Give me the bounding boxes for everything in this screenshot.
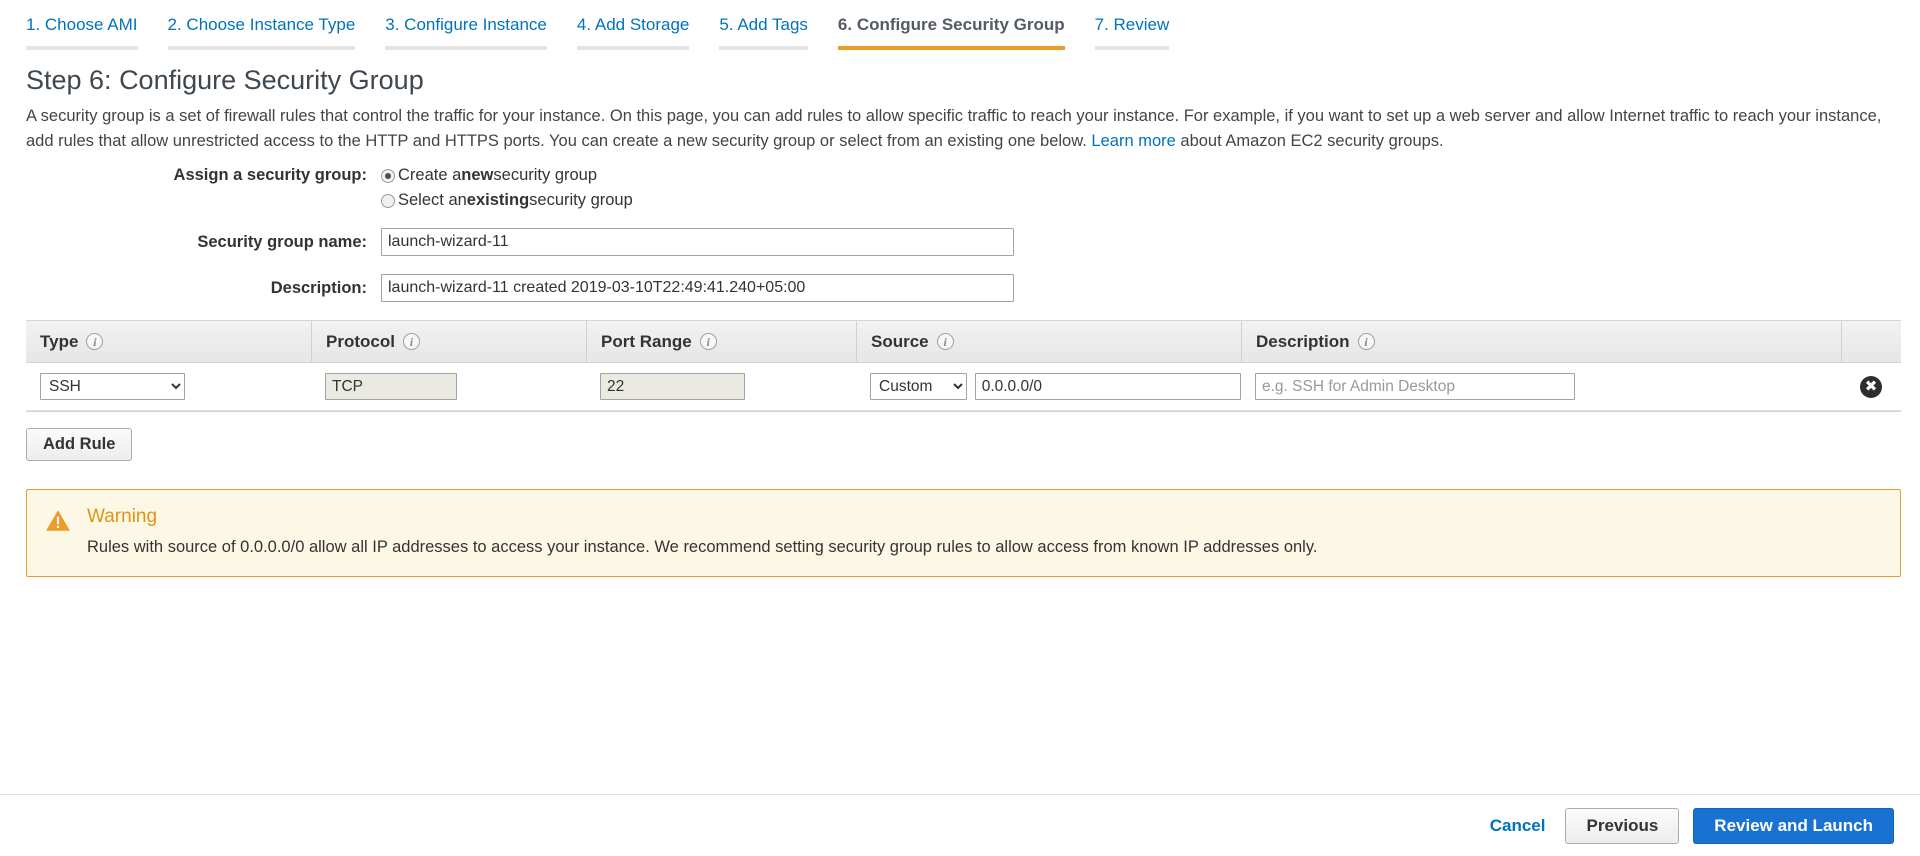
- rule-port-range-input: [600, 373, 745, 400]
- column-header-port-range: Port Range i: [586, 321, 856, 362]
- rule-protocol-input: [325, 373, 457, 400]
- wizard-tab-5[interactable]: 5. Add Tags: [719, 15, 808, 50]
- radio-create-new-bold: new: [461, 166, 494, 184]
- page-title: Step 6: Configure Security Group: [26, 65, 424, 95]
- rule-type-cell: SSH: [26, 363, 311, 410]
- form-spacer: [26, 216, 1894, 228]
- warning-triangle-icon: [46, 510, 70, 531]
- radio-select-existing-bold: existing: [466, 191, 530, 209]
- security-group-name-row: Security group name:: [26, 228, 1894, 256]
- table-row: SSH Custom: [26, 363, 1901, 411]
- rule-source-select[interactable]: Custom: [870, 373, 967, 400]
- wizard-tab-bar: 1. Choose AMI 2. Choose Instance Type 3.…: [0, 0, 1920, 50]
- radio-create-new-suffix: security group: [493, 166, 598, 184]
- select-existing-row: Select an existing security group: [26, 191, 1894, 210]
- column-header-port-range-label: Port Range: [601, 331, 692, 351]
- page-content: Step 6: Configure Security Group A secur…: [0, 64, 1920, 577]
- warning-text: Rules with source of 0.0.0.0/0 allow all…: [87, 538, 1318, 556]
- wizard-tab-7[interactable]: 7. Review: [1094, 15, 1170, 50]
- rule-source-cell: Custom: [856, 363, 1241, 410]
- type-info-icon[interactable]: i: [86, 333, 104, 350]
- previous-button[interactable]: Previous: [1565, 807, 1680, 844]
- description-info-icon[interactable]: i: [1357, 333, 1375, 350]
- protocol-info-icon[interactable]: i: [402, 333, 420, 350]
- wizard-tab-3[interactable]: 3. Configure Instance: [385, 15, 547, 50]
- warning-content: Warning Rules with source of 0.0.0.0/0 a…: [87, 506, 1317, 558]
- page-intro: A security group is a set of firewall ru…: [26, 104, 1894, 154]
- security-group-rules-table: Type i Protocol i Port Range i Source i …: [26, 320, 1901, 412]
- wizard-tab-6-configure-security-group[interactable]: 6. Configure Security Group: [837, 15, 1065, 50]
- rule-source-value-input[interactable]: [974, 373, 1241, 400]
- rule-port-range-cell: [586, 363, 856, 410]
- port-range-info-icon[interactable]: i: [699, 333, 717, 350]
- radio-select-existing-prefix: Select an: [398, 191, 467, 209]
- rule-description-cell: [1241, 363, 1841, 410]
- assign-security-group-row: Assign a security group: Create a new se…: [26, 166, 1894, 185]
- security-group-description-input[interactable]: [381, 274, 1014, 302]
- rules-table-header: Type i Protocol i Port Range i Source i …: [26, 321, 1901, 363]
- column-header-protocol: Protocol i: [311, 321, 586, 362]
- security-group-description-row: Description:: [26, 274, 1894, 302]
- column-header-source-label: Source: [871, 331, 929, 351]
- radio-select-existing-suffix: security group: [529, 191, 633, 209]
- wizard-tab-2[interactable]: 2. Choose Instance Type: [167, 15, 356, 50]
- source-info-icon[interactable]: i: [936, 333, 954, 350]
- rule-protocol-cell: [311, 363, 586, 410]
- intro-text-part-2: about Amazon EC2 security groups.: [1180, 132, 1444, 150]
- column-header-description-label: Description: [1256, 331, 1350, 351]
- form-spacer-2: [26, 262, 1894, 274]
- wizard-tab-1[interactable]: 1. Choose AMI: [26, 15, 138, 50]
- cancel-button[interactable]: Cancel: [1484, 815, 1552, 837]
- security-group-name-input[interactable]: [381, 228, 1014, 256]
- learn-more-link[interactable]: Learn more: [1091, 132, 1175, 150]
- wizard-tab-4[interactable]: 4. Add Storage: [576, 15, 690, 50]
- rule-delete-cell: ✖: [1841, 363, 1901, 410]
- rule-description-input[interactable]: [1255, 373, 1575, 400]
- radio-create-new-prefix: Create a: [398, 166, 462, 184]
- warning-panel: Warning Rules with source of 0.0.0.0/0 a…: [26, 489, 1901, 577]
- column-header-description: Description i: [1241, 321, 1841, 362]
- add-rule-button[interactable]: Add Rule: [26, 428, 133, 461]
- wizard-footer: Cancel Previous Review and Launch: [0, 794, 1920, 856]
- intro-text-part-1: A security group is a set of firewall ru…: [26, 107, 1882, 150]
- column-header-type-label: Type: [40, 331, 79, 351]
- ec2-launch-wizard-page: 1. Choose AMI 2. Choose Instance Type 3.…: [0, 0, 1920, 856]
- column-header-type: Type i: [26, 321, 311, 362]
- radio-create-new-security-group[interactable]: [381, 168, 395, 183]
- security-group-form: Assign a security group: Create a new se…: [26, 166, 1894, 302]
- radio-option-create-new[interactable]: Create a new security group: [381, 166, 597, 185]
- radio-option-select-existing[interactable]: Select an existing security group: [381, 191, 633, 210]
- warning-title: Warning: [87, 506, 158, 527]
- rule-type-select[interactable]: SSH: [40, 373, 185, 400]
- security-group-name-label: Security group name:: [197, 232, 367, 251]
- review-and-launch-button[interactable]: Review and Launch: [1693, 807, 1894, 844]
- assign-security-group-label: Assign a security group:: [173, 166, 367, 184]
- column-header-source: Source i: [856, 321, 1241, 362]
- column-header-protocol-label: Protocol: [326, 331, 395, 351]
- close-circle-icon[interactable]: ✖: [1860, 375, 1882, 398]
- security-group-description-label: Description:: [270, 278, 367, 297]
- radio-select-existing-security-group[interactable]: [381, 193, 395, 208]
- column-header-actions: [1841, 321, 1901, 362]
